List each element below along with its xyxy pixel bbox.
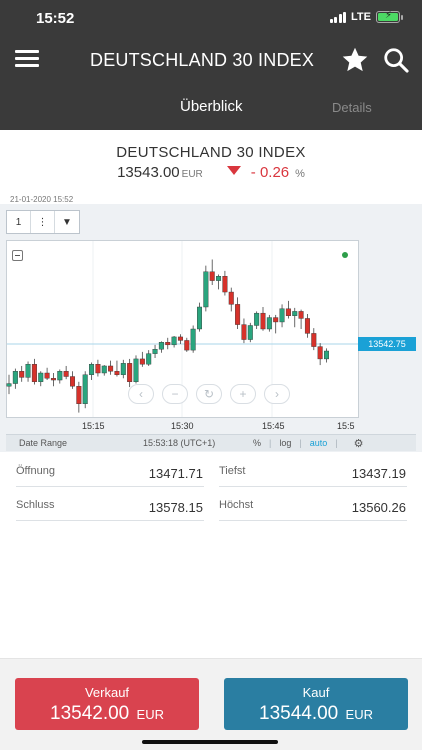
sell-label: Verkauf [84,685,130,700]
zoom-in-icon[interactable]: + [230,384,256,404]
sell-button[interactable]: Verkauf 13542.00 EUR [15,678,199,730]
app-header: 15:52 LTE ⚡ DEUTSCHLAND 30 INDEX Überbli… [0,0,422,130]
zoom-out-icon[interactable]: − [162,384,188,404]
chart-controls: 1 ⋮ ▼ [6,210,80,234]
stat-open-value: 13471.71 [148,466,203,481]
page-title: DEUTSCHLAND 30 INDEX [90,50,315,70]
auto-scale-toggle[interactable]: auto [310,438,328,448]
stat-open-label: Öffnung [16,465,55,477]
change-unit: % [295,168,305,180]
chart-zoom-controls: ‹ − ↻ + › [128,384,290,404]
chevron-down-icon[interactable]: ▼ [55,211,79,233]
x-tick-label: 15:30 [171,421,194,431]
sell-currency: EUR [136,707,164,722]
scroll-right-icon[interactable]: › [264,384,290,404]
battery-icon: ⚡ [376,10,403,23]
buy-currency: EUR [345,707,373,722]
search-icon[interactable] [382,46,410,74]
x-tick-label: 15:15 [82,421,105,431]
status-indicators: LTE ⚡ [329,10,403,23]
hamburger-icon[interactable] [15,50,39,68]
status-time: 15:52 [36,10,75,27]
stat-close-label: Schluss [16,499,55,511]
chart-footer: Date Range 15:53:18 (UTC+1) % | log | au… [6,434,416,451]
period-selector[interactable]: 1 [7,211,31,233]
date-range-button[interactable]: Date Range [19,438,143,448]
percent-toggle[interactable]: % [253,438,261,448]
stat-high-label: Höchst [219,499,254,511]
chart-date: 21-01-2020 15:52 [10,195,74,204]
stat-low-label: Tiefst [219,465,246,477]
instrument-name: DEUTSCHLAND 30 INDEX [116,144,306,161]
stat-high-value: 13560.26 [351,500,406,515]
x-tick-label: 15:45 [262,421,285,431]
last-price-label: 13542.75 [358,337,416,351]
divider [16,486,204,487]
quote-line: 13543.00 EUR - 0.26% [0,164,422,181]
chart-clock: 15:53:18 (UTC+1) [143,438,216,448]
down-arrow-icon [226,166,241,175]
divider [219,486,407,487]
buy-price: 13544.00 [259,703,339,724]
x-tick-label: 15:5 [337,421,355,431]
divider [16,520,204,521]
collapse-icon[interactable] [12,250,23,261]
more-options-icon[interactable]: ⋮ [31,211,55,233]
tab-details[interactable]: Details [332,100,372,115]
instrument-change: - 0.26 [250,164,290,181]
network-label: LTE [351,11,371,23]
home-indicator [142,740,278,744]
log-toggle[interactable]: log [279,438,291,448]
stat-close-value: 13578.15 [148,500,203,515]
signal-icon [329,11,347,23]
divider [219,520,407,521]
gear-icon[interactable]: ⚙ [354,437,364,450]
live-status-dot [342,252,348,258]
reset-icon[interactable]: ↻ [196,384,222,404]
buy-label: Kauf [302,685,330,700]
scroll-left-icon[interactable]: ‹ [128,384,154,404]
tab-overview[interactable]: Überblick [180,98,243,115]
sell-price: 13542.00 [50,703,130,724]
star-icon[interactable] [340,46,370,74]
stat-low-value: 13437.19 [351,466,406,481]
instrument-currency: EUR [181,169,203,180]
buy-button[interactable]: Kauf 13544.00 EUR [224,678,408,730]
instrument-price: 13543.00 [117,164,180,181]
